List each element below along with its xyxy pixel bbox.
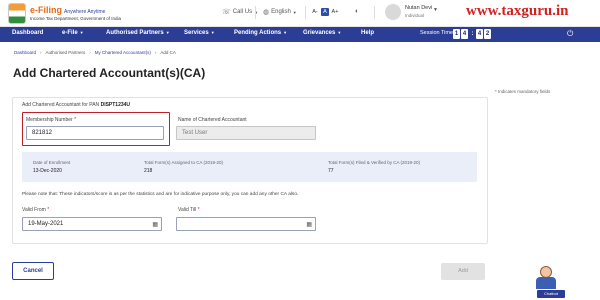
breadcrumb-add-ca: Add CA [160, 50, 176, 55]
session-digit: 4 [476, 29, 483, 39]
nav-help[interactable]: Help [361, 30, 374, 36]
valid-from-label: Valid From * [22, 207, 49, 213]
nav-label: Authorised Partners [106, 30, 164, 37]
membership-label-text: Membership Number [26, 117, 73, 123]
breadcrumb-separator-icon: › [154, 50, 157, 55]
nav-efile[interactable]: e-File ▼ [62, 30, 84, 36]
session-separator: : [471, 31, 474, 37]
contrast-icon: ◐ [355, 8, 360, 15]
chevron-down-icon[interactable]: ▼ [433, 7, 438, 13]
pan-label: Add Chartered Accountant for PAN [22, 102, 100, 108]
font-normal-button[interactable]: A [321, 8, 329, 16]
session-digit: 2 [484, 29, 491, 39]
font-size-controls: A- A A+ [311, 8, 341, 16]
breadcrumb-my-ca[interactable]: My Chartered Accountant(s) [95, 50, 151, 55]
breadcrumb-dashboard[interactable]: Dashboard [14, 50, 36, 55]
avatar[interactable] [385, 4, 401, 20]
session-time-label: Session Time [420, 30, 454, 36]
nav-label: Dashboard [12, 30, 44, 36]
filed-value: 77 [328, 168, 334, 174]
calendar-icon[interactable]: ▦ [152, 219, 158, 231]
page-title: Add Chartered Accountant(s)(CA) [13, 66, 206, 80]
required-asterisk: * [47, 207, 50, 213]
contrast-toggle[interactable]: ◐ [355, 8, 359, 15]
logo-tagline: Anywhere Anytime [64, 8, 106, 15]
nav-dashboard[interactable]: Dashboard [12, 30, 43, 36]
phone-icon: ☏ [222, 9, 231, 16]
assigned-label: Total Form(s) Assigned to CA (2019-20) [144, 160, 224, 165]
call-us-link[interactable]: ☏ Call Us ▼ [222, 8, 258, 16]
nav-label: Grievances [303, 30, 336, 37]
enrollment-label: Date of Enrollment [33, 160, 71, 165]
watermark: www.taxguru.in [466, 3, 569, 19]
top-header: e-Filing Anywhere Anytime Income Tax Depa… [0, 0, 600, 27]
chevron-down-icon: ▼ [79, 30, 84, 35]
mandatory-note: * Indicates mandatory fields [495, 89, 551, 94]
chevron-down-icon: ▼ [210, 30, 215, 35]
required-asterisk: * [197, 207, 200, 213]
cancel-button[interactable]: Cancel [12, 262, 54, 280]
nav-label: Help [361, 30, 375, 36]
chatbot-body [536, 277, 556, 289]
nav-authorised-partners[interactable]: Authorised Partners ▼ [106, 30, 170, 36]
nav-label: e-File [62, 30, 78, 37]
main-nav: Dashboard e-File ▼ Authorised Partners ▼ S… [0, 27, 600, 42]
breadcrumb-separator-icon: › [89, 50, 91, 55]
efiling-logo[interactable]: e-Filing Anywhere Anytime Income Tax Depa… [8, 3, 121, 24]
valid-till-label: Valid Till * [178, 207, 200, 213]
logo-subtitle: Income Tax Department, Government of Ind… [30, 15, 121, 21]
session-digit: 1 [453, 29, 460, 39]
divider [255, 6, 256, 19]
nav-grievances[interactable]: Grievances ▼ [303, 30, 341, 36]
add-button[interactable]: Add [441, 263, 485, 280]
breadcrumb-separator-icon: › [40, 50, 42, 55]
ca-stats-panel: Date of Enrollment 13-Dec-2020 Total For… [22, 152, 477, 182]
nav-label: Services [184, 30, 209, 37]
emblem-icon [8, 3, 26, 24]
chevron-down-icon: ▼ [283, 30, 288, 35]
valid-from-input[interactable]: 19-May-2021 ▦ [22, 217, 162, 231]
call-us-label: Call Us [232, 9, 253, 15]
breadcrumb: Dashboard › Authorised Partners › My Charter… [14, 50, 176, 55]
indicator-note: Please note that: These indicators/score… [22, 192, 299, 197]
chatbot-button[interactable]: Chatbot [537, 290, 565, 298]
nav-pending-actions[interactable]: Pending Actions ▼ [234, 30, 287, 36]
required-asterisk: * [74, 117, 77, 123]
language-label: English [271, 9, 291, 15]
filed-label: Total Form(s) Filed & Verified by CA (20… [328, 160, 421, 165]
globe-icon: ◍ [263, 9, 270, 16]
membership-number-input[interactable]: 821812 [26, 126, 164, 140]
nav-services[interactable]: Services ▼ [184, 30, 215, 36]
chevron-down-icon: ▼ [165, 30, 170, 35]
logo-title: e-Filing [30, 4, 62, 15]
nav-label: Pending Actions [234, 30, 282, 37]
chevron-down-icon: ▼ [292, 9, 297, 15]
logout-icon[interactable]: ⏻ [567, 29, 573, 39]
divider [374, 6, 375, 19]
font-decrease-button[interactable]: A- [311, 8, 319, 16]
enrollment-value: 13-Dec-2020 [33, 168, 62, 174]
assigned-value: 218 [144, 168, 153, 174]
calendar-icon[interactable]: ▦ [306, 219, 312, 231]
valid-from-label-text: Valid From [22, 207, 46, 213]
valid-till-label-text: Valid Till [178, 207, 197, 213]
session-digit: 4 [461, 29, 468, 39]
valid-from-value: 19-May-2021 [28, 221, 64, 227]
ca-name-label: Name of Chartered Accountant [178, 117, 247, 123]
user-name[interactable]: Nutan Devi [405, 5, 432, 11]
membership-label: Membership Number * [26, 117, 76, 123]
divider [305, 6, 306, 19]
ca-name-field: Test User [176, 126, 316, 140]
font-increase-button[interactable]: A+ [331, 8, 339, 16]
chevron-down-icon: ▼ [337, 30, 342, 35]
valid-till-input[interactable]: ▦ [176, 217, 316, 231]
breadcrumb-authorised-partners[interactable]: Authorised Partners [46, 50, 86, 55]
language-select[interactable]: ◍ English ▼ [263, 8, 297, 16]
user-role: Individual [405, 13, 425, 18]
pan-value: DISPT1234U [100, 102, 131, 108]
pan-line: Add Chartered Accountant for PAN DISPT12… [22, 102, 130, 108]
